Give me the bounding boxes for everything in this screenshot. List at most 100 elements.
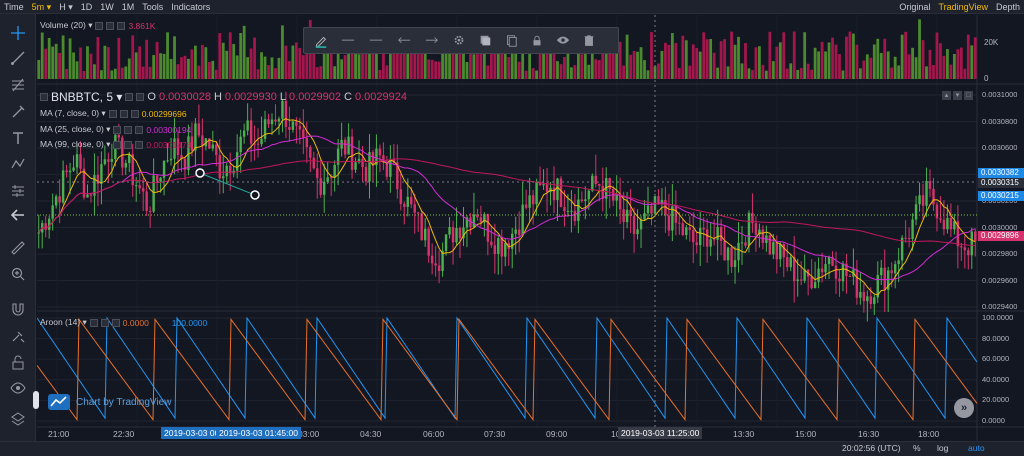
draw-copy-button[interactable] <box>498 31 524 51</box>
ma-label[interactable]: MA (99, close, 0) ▾ <box>40 139 110 150</box>
draw-line-style-2-button[interactable] <box>362 31 390 51</box>
measure-icon <box>12 185 24 197</box>
tool-fib[interactable] <box>7 74 29 96</box>
tb-1d[interactable]: 1D <box>77 0 97 14</box>
time-axis-highlight: 2019-03-03 01:45:00 <box>216 427 301 439</box>
tb-1w[interactable]: 1W <box>96 0 118 14</box>
scroll-to-realtime-button[interactable]: » <box>954 398 974 418</box>
draw-pencil-button[interactable] <box>308 31 334 51</box>
tool-unlock[interactable] <box>7 352 29 374</box>
volume-legend-label[interactable]: Volume (20) ▾ <box>40 20 92 31</box>
tb-1m[interactable]: 1M <box>118 0 139 14</box>
volume-bar <box>695 47 699 79</box>
ma-settings-icon[interactable] <box>113 140 122 149</box>
tool-eye[interactable] <box>7 377 29 399</box>
tool-text[interactable] <box>7 127 29 149</box>
toolbar-collapse-handle[interactable] <box>33 391 39 409</box>
time-axis-label: 21:00 <box>48 429 70 439</box>
pane-up-icon[interactable]: ▴ <box>942 91 951 100</box>
aroon-hide-icon[interactable] <box>100 318 109 327</box>
chart-canvas[interactable] <box>37 15 1024 441</box>
tool-layers[interactable] <box>7 408 29 430</box>
tb-tools[interactable]: Tools <box>138 0 167 14</box>
tb-time[interactable]: Time <box>0 0 28 14</box>
ma-close-icon[interactable] <box>130 109 139 118</box>
tool-ruler[interactable] <box>7 237 29 259</box>
ma-close-icon[interactable] <box>135 140 144 149</box>
volume-bar <box>681 35 685 79</box>
collapse-legend-icon[interactable] <box>40 93 48 101</box>
volume-bar <box>845 36 848 79</box>
tradingview-watermark[interactable]: Chart by TradingView <box>48 394 171 410</box>
tool-brush[interactable] <box>7 101 29 123</box>
price-axis-label: 0.0031000 <box>982 90 1018 99</box>
volume-bar <box>733 44 737 79</box>
volume-bar <box>594 59 598 79</box>
ma-close-icon[interactable] <box>135 125 144 134</box>
tool-lock-draw[interactable] <box>7 325 29 347</box>
price-axis-label: 0.0029800 <box>982 249 1018 258</box>
tb-5m[interactable]: 5m ▾ <box>28 0 56 14</box>
symbol-settings-icon[interactable] <box>125 93 134 101</box>
volume-bar <box>691 44 695 79</box>
tb-tradingview[interactable]: TradingView <box>934 0 992 14</box>
ma-label[interactable]: MA (7, close, 0) ▾ <box>40 108 106 119</box>
volume-bar <box>378 70 382 79</box>
tb-depth[interactable]: Depth <box>992 0 1024 14</box>
draw-visibility-button[interactable] <box>550 31 576 51</box>
volume-bar <box>702 32 706 79</box>
ma-hide-icon[interactable] <box>124 125 133 134</box>
draw-settings-button[interactable] <box>446 31 472 51</box>
aroon-close-icon[interactable] <box>111 318 120 327</box>
pane-down-icon[interactable]: ▾ <box>953 91 962 100</box>
auto-toggle[interactable]: auto <box>968 443 985 453</box>
volume-bar <box>103 45 107 79</box>
draw-clone-button[interactable] <box>472 31 498 51</box>
draw-trash-button[interactable] <box>576 31 602 51</box>
tb-original[interactable]: Original <box>895 0 934 14</box>
pane-maximize-icon[interactable]: □ <box>964 91 973 100</box>
ma-settings-icon[interactable] <box>113 125 122 134</box>
trendline-handle-start[interactable] <box>195 168 205 178</box>
log-toggle[interactable]: log <box>937 443 948 453</box>
volume-bar <box>650 32 653 79</box>
draw-arrow-right-line-button[interactable] <box>418 31 446 51</box>
volume-bar <box>677 67 681 79</box>
ma-hide-icon[interactable] <box>124 140 133 149</box>
symbol-name[interactable]: BNBBTC, 5 ▾ <box>51 90 122 104</box>
volume-settings-icon[interactable] <box>95 21 104 30</box>
tool-zoom[interactable] <box>7 263 29 285</box>
draw-lock-button[interactable] <box>524 31 550 51</box>
tb-indicators[interactable]: Indicators <box>167 0 214 14</box>
volume-bar <box>893 56 897 79</box>
ma-hide-icon[interactable] <box>119 109 128 118</box>
tb-h[interactable]: H ▾ <box>55 0 77 14</box>
volume-bar <box>145 39 149 79</box>
draw-line-style-1-button[interactable] <box>334 31 362 51</box>
tool-measure[interactable] <box>7 180 29 202</box>
volume-hide-icon[interactable] <box>106 21 115 30</box>
tool-crosshair[interactable] <box>7 22 29 44</box>
volume-close-icon[interactable] <box>117 21 126 30</box>
tool-trendline[interactable] <box>7 47 29 69</box>
volume-bar <box>636 51 639 79</box>
ma-label[interactable]: MA (25, close, 0) ▾ <box>40 124 110 135</box>
volume-bar <box>858 68 862 79</box>
ma-settings-icon[interactable] <box>108 109 117 118</box>
tool-magnet[interactable] <box>7 298 29 320</box>
ma-legend-0: MA (7, close, 0) ▾ 0.00299696 <box>40 108 187 119</box>
symbol-hide-icon[interactable] <box>136 93 145 101</box>
aroon-legend-label[interactable]: Aroon (14) ▾ <box>40 317 87 328</box>
tool-pattern[interactable] <box>7 153 29 175</box>
draw-arrow-left-line-button[interactable] <box>390 31 418 51</box>
volume-bar <box>904 31 908 80</box>
volume-bar <box>639 47 643 79</box>
trendline-handle-end[interactable] <box>250 190 260 200</box>
aroon-down-value: 0.0000 <box>122 317 149 328</box>
aroon-settings-icon[interactable] <box>89 318 98 327</box>
volume-bar <box>176 64 180 79</box>
percent-toggle[interactable]: % <box>913 443 921 453</box>
volume-bar <box>340 59 344 79</box>
volume-bar <box>239 33 243 79</box>
tool-back-arrow[interactable] <box>7 204 29 226</box>
